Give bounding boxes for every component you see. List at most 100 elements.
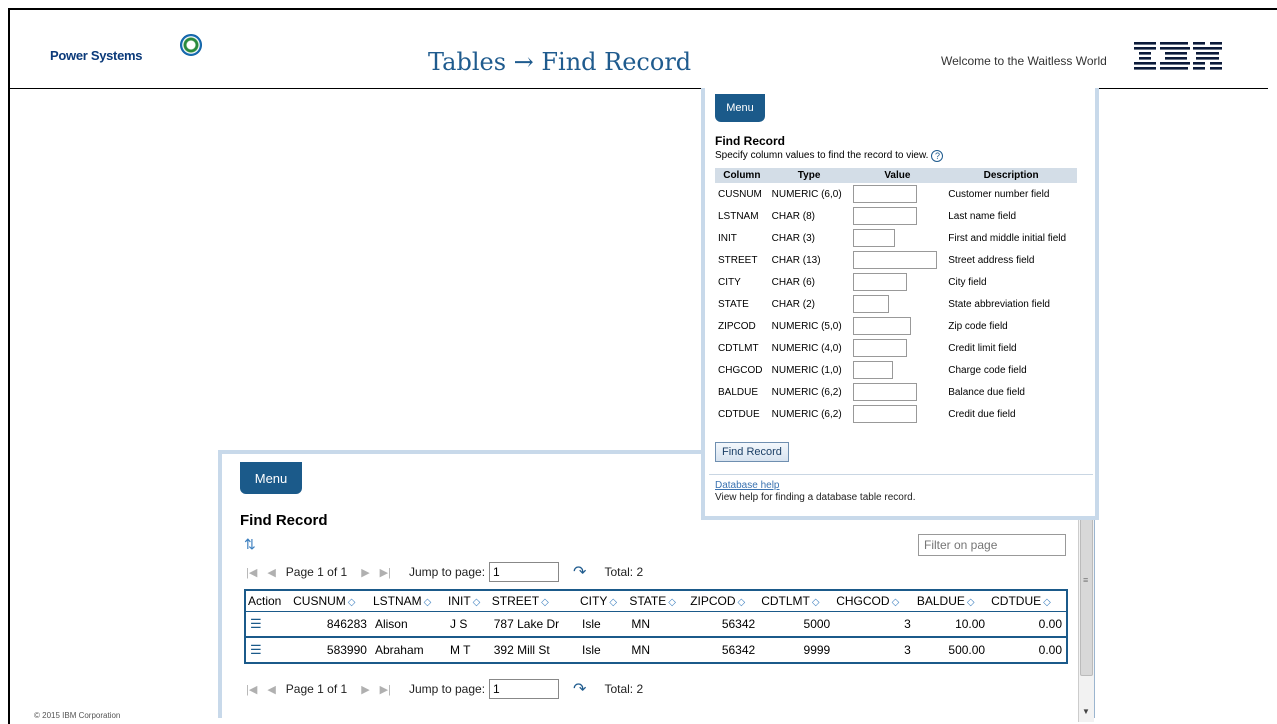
field-row-cdtdue: CDTDUE NUMERIC (6,2) Credit due field — [715, 403, 1077, 425]
refresh-icon[interactable]: ↷ — [573, 679, 586, 699]
row-actions-icon[interactable]: ☰ — [250, 642, 262, 657]
column-header-state[interactable]: STATE ◇ — [627, 590, 689, 612]
slide-title: Tables → Find Record — [428, 48, 692, 76]
field-description: Balance due field — [948, 386, 1025, 398]
cell-cusnum: 583990 — [326, 643, 367, 657]
next-page-icon[interactable]: ▶ — [361, 683, 369, 696]
field-description: State abbreviation field — [948, 298, 1050, 310]
last-page-icon[interactable]: ▶| — [380, 683, 391, 696]
cell-city: Isle — [577, 611, 628, 638]
column-header-city[interactable]: CITY ◇ — [577, 590, 628, 612]
results-title: Find Record — [240, 512, 328, 529]
cdtlmt-value-input[interactable] — [852, 339, 907, 357]
cell-cdtlmt: 9999 — [803, 643, 831, 657]
table-row: ☰ 846283 Alison J S 787 Lake Dr Isle MN … — [245, 611, 1067, 638]
column-header-cusnum[interactable]: CUSNUM ◇ — [291, 590, 371, 612]
sort-icon[interactable]: ⇅ — [244, 536, 256, 553]
column-header-lstnam[interactable]: LSTNAM ◇ — [370, 590, 446, 612]
find-record-button[interactable]: Find Record — [715, 442, 789, 462]
cell-lstnam: Abraham — [374, 643, 424, 657]
next-page-icon[interactable]: ▶ — [361, 566, 369, 579]
field-type: NUMERIC (6,2) — [771, 408, 842, 420]
field-type: CHAR (3) — [771, 232, 815, 244]
vertical-scrollbar[interactable]: ≡ ▼ — [1078, 510, 1094, 722]
copyright-text: © 2015 IBM Corporation — [34, 711, 121, 720]
first-page-icon[interactable]: |◀ — [246, 566, 257, 579]
cell-cdtdue: 0.00 — [1038, 643, 1062, 657]
scrollbar-thumb[interactable]: ≡ — [1080, 514, 1093, 676]
instructions-text: Specify column values to find the record… — [715, 150, 929, 161]
baldue-value-input[interactable] — [852, 383, 917, 401]
first-page-icon[interactable]: |◀ — [246, 683, 257, 696]
ibm-logo-icon — [1134, 42, 1222, 70]
lstnam-value-input[interactable] — [852, 207, 917, 225]
column-header-baldue[interactable]: BALDUE ◇ — [914, 590, 990, 612]
jump-label: Jump to page: — [408, 565, 486, 579]
row-actions-icon[interactable]: ☰ — [250, 616, 262, 631]
field-row-city: CITY CHAR (6) City field — [715, 271, 1077, 293]
zipcod-value-input[interactable] — [852, 317, 911, 335]
column-header-chgcod[interactable]: CHGCOD ◇ — [834, 590, 915, 612]
cdtdue-value-input[interactable] — [852, 405, 917, 423]
field-row-init: INIT CHAR (3) First and middle initial f… — [715, 227, 1077, 249]
field-column: CDTLMT — [718, 342, 759, 354]
street-value-input[interactable] — [852, 251, 937, 269]
cell-init: J S — [445, 611, 490, 638]
field-row-zipcod: ZIPCOD NUMERIC (5,0) Zip code field — [715, 315, 1077, 337]
cell-lstnam: Alison — [370, 611, 446, 638]
field-description: Street address field — [948, 254, 1035, 266]
prev-page-icon[interactable]: ◀ — [267, 566, 275, 579]
field-description: Credit limit field — [948, 342, 1017, 354]
field-type: NUMERIC (1,0) — [771, 364, 842, 376]
cusnum-value-input[interactable] — [852, 185, 917, 203]
cell-baldue: 10.00 — [914, 611, 990, 638]
form-title: Find Record — [715, 134, 786, 148]
field-column: STREET — [718, 254, 758, 266]
sort-toggle-icon: ◇ — [541, 597, 549, 608]
field-description: Credit due field — [948, 408, 1016, 420]
column-header-type: Type — [768, 168, 850, 183]
field-row-baldue: BALDUE NUMERIC (6,2) Balance due field — [715, 381, 1077, 403]
jump-to-page-input[interactable] — [489, 562, 560, 582]
column-header-value: Value — [849, 168, 946, 183]
sort-toggle-icon: ◇ — [891, 597, 900, 608]
field-type: CHAR (8) — [771, 210, 815, 222]
menu-button[interactable]: Menu — [240, 462, 302, 494]
sort-toggle-icon: ◇ — [423, 597, 432, 608]
filter-input[interactable] — [918, 534, 1066, 556]
page-status: Page 1 of 1 — [285, 565, 348, 579]
power-systems-logo-text: Power Systems — [50, 48, 143, 63]
chgcod-value-input[interactable] — [852, 361, 893, 379]
init-value-input[interactable] — [852, 229, 895, 247]
database-help-link[interactable]: Database help — [715, 480, 780, 491]
column-header-init[interactable]: INIT ◇ — [445, 590, 490, 612]
column-header-zipcod[interactable]: ZIPCOD ◇ — [688, 590, 760, 612]
sort-toggle-icon: ◇ — [1043, 597, 1051, 608]
field-row-state: STATE CHAR (2) State abbreviation field — [715, 293, 1077, 315]
column-header-cdtdue[interactable]: CDTDUE ◇ — [989, 590, 1067, 612]
field-row-cdtlmt: CDTLMT NUMERIC (4,0) Credit limit field — [715, 337, 1077, 359]
menu-button[interactable]: Menu — [715, 94, 765, 122]
help-icon[interactable]: ? — [931, 150, 944, 162]
field-description: First and middle initial field — [948, 232, 1067, 244]
refresh-icon[interactable]: ↷ — [573, 562, 586, 582]
field-description: Last name field — [948, 210, 1017, 222]
field-column: BALDUE — [718, 386, 759, 398]
scroll-down-icon[interactable]: ▼ — [1082, 707, 1090, 716]
column-header-street[interactable]: STREET ◇ — [489, 590, 578, 612]
tagline: Welcome to the Waitless World — [941, 54, 1107, 68]
last-page-icon[interactable]: ▶| — [380, 566, 391, 579]
sort-toggle-icon: ◇ — [668, 597, 676, 608]
pager-bottom: |◀ ◀ Page 1 of 1 ▶ ▶| Jump to page: ↷ To… — [246, 679, 643, 699]
city-value-input[interactable] — [852, 273, 907, 291]
field-type: CHAR (13) — [771, 254, 821, 266]
column-header-cdtlmt[interactable]: CDTLMT ◇ — [759, 590, 835, 612]
prev-page-icon[interactable]: ◀ — [267, 683, 275, 696]
field-column: CUSNUM — [718, 188, 762, 200]
jump-to-page-input[interactable] — [489, 679, 560, 699]
field-type: NUMERIC (5,0) — [771, 320, 842, 332]
state-value-input[interactable] — [852, 295, 889, 313]
table-row: ☰ 583990 Abraham M T 392 Mill St Isle MN… — [245, 637, 1067, 663]
sort-toggle-icon: ◇ — [811, 597, 820, 608]
find-record-form-panel: Menu Find Record Specify column values t… — [701, 88, 1099, 520]
